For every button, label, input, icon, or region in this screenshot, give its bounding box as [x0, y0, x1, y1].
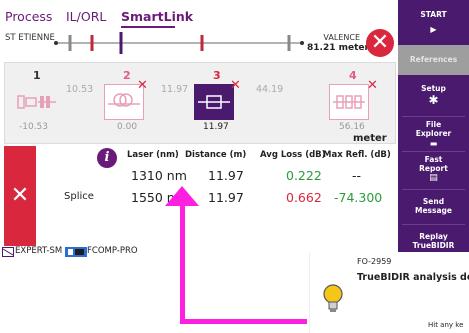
popup-code: FO-2959 — [357, 257, 392, 266]
col-header-distance: Distance (m) — [185, 150, 247, 160]
span-distance-3: 44.19 — [256, 84, 284, 95]
row1-avg-loss: 0.222 — [286, 168, 322, 183]
event-position-3: 11.97 — [203, 122, 229, 132]
overlay-arrow-shaft — [180, 201, 185, 324]
link-start-dot — [54, 41, 58, 45]
col-header-max-refl: Max Refl. (dB) — [323, 150, 391, 160]
event-position-4: 56.16 — [339, 122, 365, 132]
distance-unit: meter — [353, 133, 387, 144]
col-header-laser: Laser (nm) — [127, 150, 179, 160]
menu-divider — [402, 151, 465, 152]
span-distance-2: 11.97 — [161, 84, 189, 95]
link-end-dot — [300, 41, 304, 45]
fail-status-block: ✕ — [4, 146, 36, 246]
row1-laser: 1310 nm — [131, 168, 187, 183]
popup-hint: Hit any ke — [428, 321, 464, 329]
link-end-label: VALENCE — [323, 33, 360, 42]
replay-truebidir-button[interactable]: Replay TrueBIDIR — [398, 232, 469, 254]
tab-il-orl[interactable]: IL/ORL — [66, 9, 106, 24]
overlay-arrow-tail — [180, 319, 307, 324]
event-number-1: 1 — [33, 69, 41, 82]
setup-button[interactable]: Setup ✱ — [398, 84, 469, 114]
menu-divider — [402, 116, 465, 117]
link-end-distance: 81.21 meter — [307, 43, 369, 53]
menu-divider — [402, 189, 465, 190]
info-icon[interactable]: i — [97, 148, 117, 168]
col-header-avg-loss: Avg Loss (dB) — [260, 150, 326, 160]
connector-icon[interactable] — [16, 86, 58, 118]
status-expert-sm[interactable]: EXPERT-SM — [15, 246, 62, 256]
tab-smartlink[interactable]: SmartLink — [121, 9, 193, 24]
lightbulb-icon — [323, 284, 343, 312]
folder-icon: ▬ — [429, 139, 438, 148]
fast-report-button[interactable]: Fast Report ▤ — [398, 155, 469, 187]
row2-distance: 11.97 — [208, 190, 244, 205]
row2-max-refl: -74.300 — [334, 190, 383, 205]
close-icon[interactable]: ✕ — [366, 29, 394, 57]
references-button[interactable]: References — [398, 45, 469, 75]
fail-icon: ✕ — [230, 78, 241, 93]
send-message-label: Send Message — [415, 197, 452, 215]
event-number-4: 4 — [349, 69, 357, 82]
splice-icon — [198, 95, 230, 109]
fail-icon: ✕ — [137, 78, 148, 93]
span-distance-1: 10.53 — [66, 84, 94, 95]
setup-button-label: Setup — [421, 84, 446, 93]
module-icon — [65, 247, 87, 257]
fail-status-icon: ✕ — [10, 183, 30, 208]
row1-max-refl: -- — [352, 168, 362, 183]
screen: Process IL/ORL SmartLink ST ETIENNE VALE… — [0, 0, 469, 333]
row2-avg-loss: 0.662 — [286, 190, 322, 205]
start-button-label: START — [420, 10, 447, 19]
coil-icon — [108, 93, 140, 107]
start-button[interactable]: START ▶ — [398, 10, 469, 44]
tab-process[interactable]: Process — [5, 9, 52, 24]
status-fcomp-pro[interactable]: FCOMP-PRO — [87, 246, 138, 256]
gear-icon: ✱ — [428, 93, 439, 107]
event-position-2: 0.00 — [117, 122, 138, 132]
event-type-label: Splice — [64, 191, 94, 202]
fast-report-label: Fast Report — [419, 155, 448, 173]
tab-bar: Process IL/ORL SmartLink — [0, 0, 398, 28]
fail-icon: ✕ — [367, 78, 378, 93]
file-explorer-label: File Explorer — [415, 120, 452, 138]
send-message-button[interactable]: Send Message — [398, 197, 469, 219]
play-icon: ▶ — [430, 25, 437, 34]
popup-message: TrueBIDIR analysis dor — [357, 272, 469, 283]
fiber-icon — [2, 247, 14, 257]
event-number-2: 2 — [123, 69, 131, 82]
report-icon: ▤ — [429, 173, 438, 183]
menu-divider — [402, 224, 465, 225]
file-explorer-button[interactable]: File Explorer ▬ — [398, 120, 469, 150]
event-number-3: 3 — [213, 69, 221, 82]
connector-pair-icon — [333, 95, 365, 109]
replay-truebidir-label: Replay TrueBIDIR — [412, 232, 455, 250]
event-position-1: -10.53 — [19, 122, 49, 132]
row1-distance: 11.97 — [208, 168, 244, 183]
